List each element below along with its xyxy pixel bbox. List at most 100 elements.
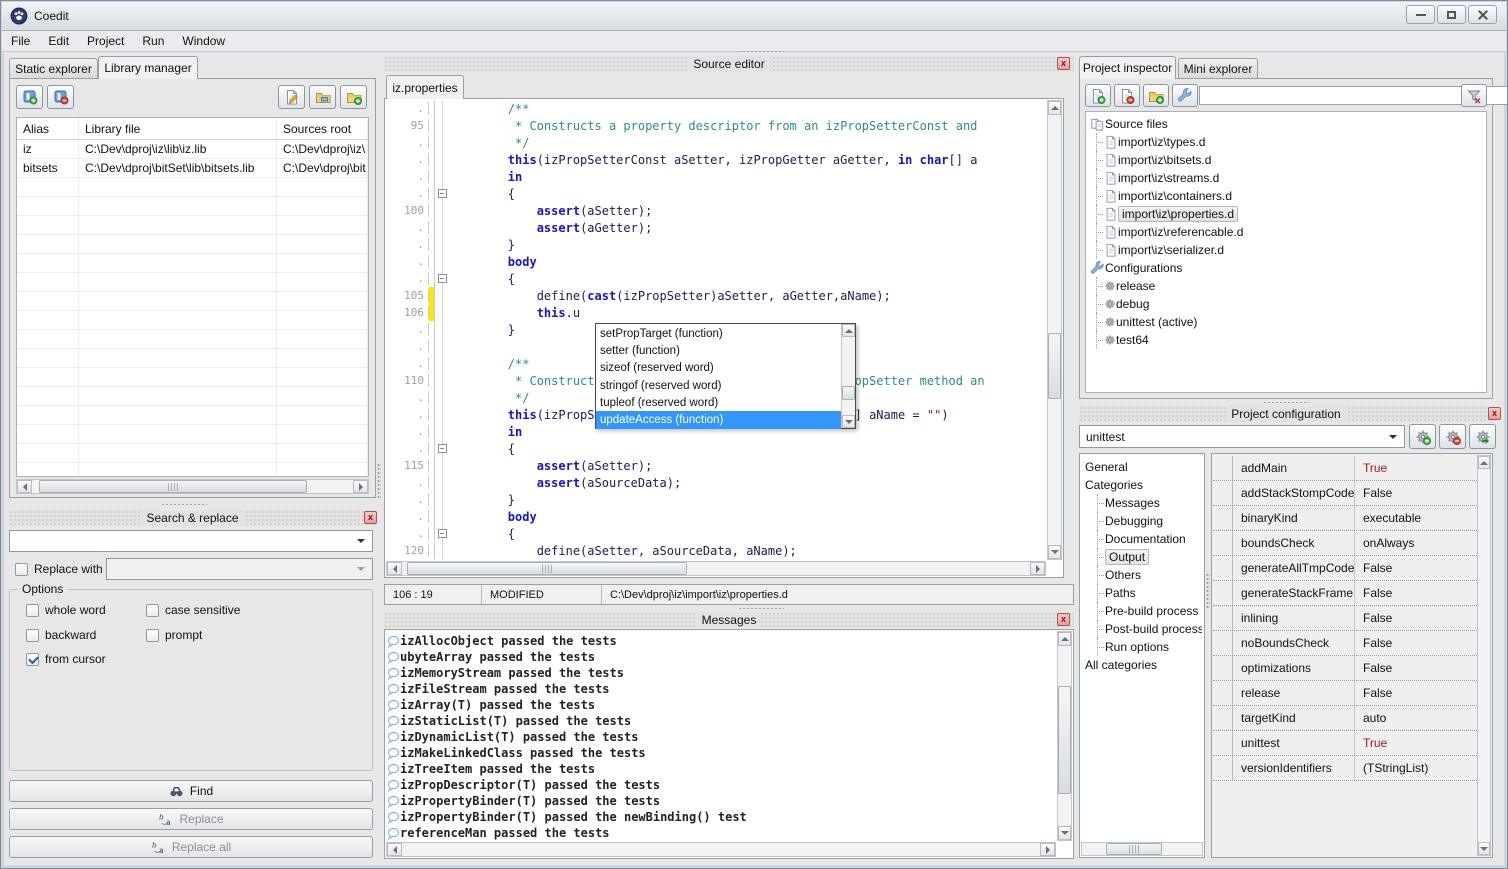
- property-row[interactable]: versionIdentifiers(TStringList): [1213, 756, 1477, 781]
- remove-source-button[interactable]: [1114, 84, 1140, 107]
- completion-item[interactable]: stringof (reserved word): [596, 377, 841, 394]
- categories-hscrollbar[interactable]: [1081, 842, 1203, 856]
- close-button[interactable]: [1468, 5, 1497, 24]
- code-line[interactable]: . assert(aSourceData);: [385, 474, 1047, 491]
- property-value[interactable]: onAlways: [1355, 531, 1477, 555]
- category-item[interactable]: Others: [1083, 566, 1202, 584]
- category-root[interactable]: All categories: [1083, 656, 1202, 674]
- messages-hscrollbar[interactable]: [386, 842, 1056, 857]
- splitter-handle[interactable]: [161, 503, 207, 507]
- completion-item[interactable]: setPropTarget (function): [596, 325, 841, 342]
- tree-item-source-file[interactable]: import\iz\bitsets.d: [1090, 151, 1486, 169]
- add-library-button[interactable]: [16, 85, 43, 109]
- message-item[interactable]: izMakeLinkedClass passed the tests: [387, 745, 1056, 761]
- clear-filter-button[interactable]: [1461, 84, 1487, 107]
- message-item[interactable]: izPropertyBinder(T) passed the newBindin…: [387, 809, 1056, 825]
- tree-item-configuration[interactable]: test64: [1090, 331, 1486, 349]
- table-row[interactable]: bitsetsC:\Dev\dproj\bitSet\lib\bitsets.l…: [17, 159, 368, 178]
- tab-iz-properties[interactable]: iz.properties: [386, 75, 464, 99]
- message-item[interactable]: referenceMan passed the tests: [387, 825, 1056, 840]
- property-row[interactable]: releaseFalse: [1213, 681, 1477, 706]
- library-table-hscrollbar[interactable]: [16, 479, 369, 494]
- property-row[interactable]: generateStackFrameFalse: [1213, 581, 1477, 606]
- code-line[interactable]: 105 define(cast(izPropSetter)aSetter, aG…: [385, 287, 1047, 304]
- replace-with-option[interactable]: Replace with: [15, 562, 103, 576]
- message-item[interactable]: izStaticList(T) passed the tests: [387, 713, 1056, 729]
- restore-button[interactable]: [1437, 5, 1466, 24]
- property-value[interactable]: False: [1355, 631, 1477, 655]
- property-value[interactable]: False: [1355, 556, 1477, 580]
- option-whole-word[interactable]: whole word: [26, 603, 106, 617]
- tree-item-configuration[interactable]: debug: [1090, 295, 1486, 313]
- property-value[interactable]: False: [1355, 481, 1477, 505]
- property-row[interactable]: optimizationsFalse: [1213, 656, 1477, 681]
- menu-file[interactable]: File: [2, 32, 39, 50]
- project-tree[interactable]: Source filesimport\iz\types.dimport\iz\b…: [1085, 111, 1487, 393]
- completion-item[interactable]: updateAccess (function): [596, 411, 841, 428]
- message-item[interactable]: izPropertyBinder(T) passed the tests: [387, 793, 1056, 809]
- code-line[interactable]: 95 * Constructs a property descriptor fr…: [385, 117, 1047, 134]
- code-line[interactable]: .− {: [385, 270, 1047, 287]
- whole-word-checkbox[interactable]: [26, 604, 39, 617]
- messages-close-button[interactable]: x: [1057, 613, 1070, 626]
- completion-item[interactable]: sizeof (reserved word): [596, 360, 841, 377]
- option-backward[interactable]: backward: [26, 628, 96, 642]
- option-prompt[interactable]: prompt: [146, 628, 202, 642]
- configuration-selector[interactable]: unittest: [1079, 425, 1405, 448]
- fold-collapse-icon[interactable]: −: [438, 444, 447, 453]
- menu-project[interactable]: Project: [78, 32, 133, 50]
- vertical-splitter-handle[interactable]: [377, 463, 381, 499]
- message-item[interactable]: izPropDescriptor(T) passed the tests: [387, 777, 1056, 793]
- tree-item-source-file[interactable]: import\iz\properties.d: [1090, 205, 1486, 223]
- property-value[interactable]: False: [1355, 656, 1477, 680]
- vertical-splitter-handle[interactable]: [1206, 573, 1210, 609]
- editor-hscrollbar[interactable]: [386, 561, 1046, 576]
- project-settings-button[interactable]: [1172, 84, 1198, 107]
- code-line[interactable]: .− {: [385, 440, 1047, 457]
- category-item[interactable]: Output: [1083, 548, 1202, 566]
- search-input[interactable]: [9, 530, 373, 552]
- property-value[interactable]: executable: [1355, 506, 1477, 530]
- fold-gutter[interactable]: −: [435, 525, 450, 542]
- category-item[interactable]: Run options: [1083, 638, 1202, 656]
- minimize-button[interactable]: [1406, 5, 1435, 24]
- fold-gutter[interactable]: −: [435, 440, 450, 457]
- config-category-tree[interactable]: GeneralCategoriesMessagesDebuggingDocume…: [1083, 458, 1202, 839]
- messages-panel[interactable]: izAllocObject passed the testsubyteArray…: [384, 629, 1074, 859]
- property-row[interactable]: binaryKindexecutable: [1213, 506, 1477, 531]
- completion-item[interactable]: tupleof (reserved word): [596, 394, 841, 411]
- category-root[interactable]: General: [1083, 458, 1202, 476]
- code-line[interactable]: . /**: [385, 100, 1047, 117]
- code-line[interactable]: . */: [385, 134, 1047, 151]
- property-grid-vscrollbar[interactable]: [1477, 455, 1491, 856]
- property-row[interactable]: targetKindauto: [1213, 706, 1477, 731]
- menu-edit[interactable]: Edit: [39, 32, 78, 50]
- menu-window[interactable]: Window: [173, 32, 234, 50]
- library-table[interactable]: AliasLibrary fileSources rootizC:\Dev\dp…: [16, 117, 369, 477]
- tab-mini-explorer[interactable]: Mini explorer: [1178, 58, 1258, 79]
- option-from-cursor[interactable]: from cursor: [26, 652, 106, 666]
- column-header-library-file[interactable]: Library file: [79, 118, 277, 139]
- code-line[interactable]: . }: [385, 236, 1047, 253]
- code-line[interactable]: 100 assert(aSetter);: [385, 202, 1047, 219]
- replace-with-checkbox[interactable]: [15, 563, 28, 576]
- code-line[interactable]: 106 this.u: [385, 304, 1047, 321]
- category-root[interactable]: Categories: [1083, 476, 1202, 494]
- completion-item[interactable]: setter (function): [596, 342, 841, 359]
- property-grid[interactable]: addMainTrueaddStackStompCodeFalsebinaryK…: [1213, 456, 1477, 856]
- splitter-handle[interactable]: [1263, 401, 1309, 405]
- fold-collapse-icon[interactable]: −: [438, 274, 447, 283]
- open-library-folder-button[interactable]: [309, 85, 336, 109]
- property-row[interactable]: noBoundsCheckFalse: [1213, 631, 1477, 656]
- replace-all-button[interactable]: baReplace all: [9, 836, 373, 858]
- code-line[interactable]: . this(izPropSetterConst aSetter, izProp…: [385, 151, 1047, 168]
- option-case-sensitive[interactable]: case sensitive: [146, 603, 240, 617]
- add-source-button[interactable]: [1085, 84, 1111, 107]
- fold-gutter[interactable]: −: [435, 185, 450, 202]
- prompt-checkbox[interactable]: [146, 629, 159, 642]
- code-line[interactable]: . assert(aGetter);: [385, 219, 1047, 236]
- search-panel-close-button[interactable]: x: [364, 511, 377, 524]
- column-header-alias[interactable]: Alias: [17, 118, 79, 139]
- property-value[interactable]: True: [1355, 456, 1477, 480]
- splitter-handle[interactable]: [738, 607, 784, 611]
